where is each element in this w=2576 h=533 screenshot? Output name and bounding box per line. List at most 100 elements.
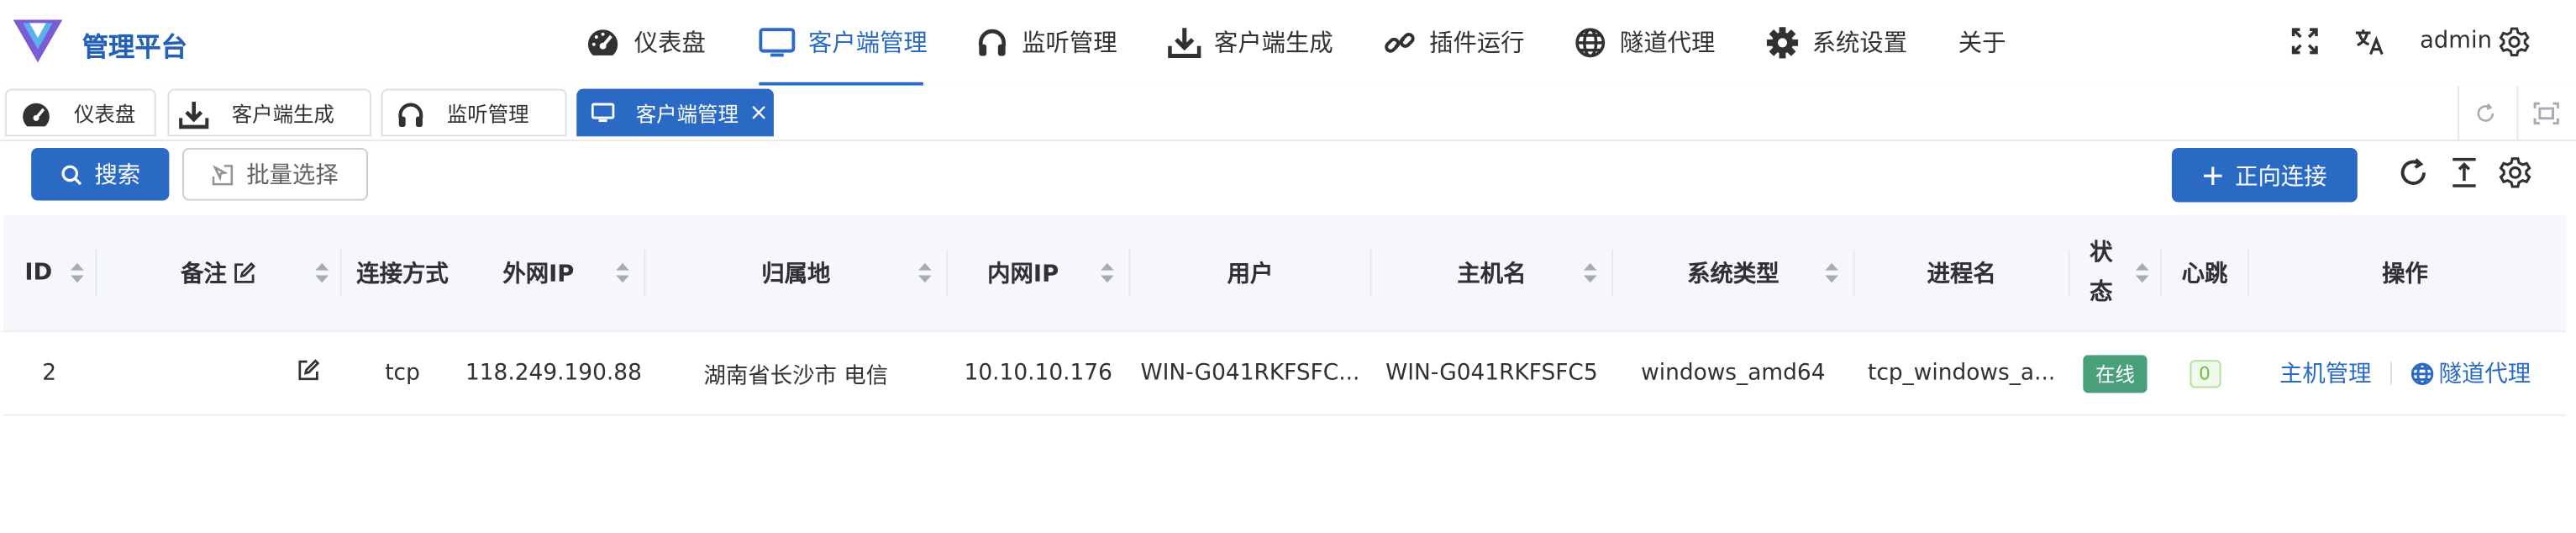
nav-item-client-management[interactable]: 客户端管理 [759,0,928,84]
edit-icon[interactable] [297,358,320,381]
sort-icon[interactable] [917,261,933,284]
tab-listener-management[interactable]: 监听管理 [381,88,567,137]
nav-label: 插件运行 [1429,31,1525,58]
col-header-process[interactable]: 进程名 [1855,215,2069,330]
refresh-icon[interactable] [2397,156,2430,189]
sort-icon[interactable] [1582,261,1599,284]
col-header-label: 备注 [181,261,227,288]
cell-user: WIN-G041RKFSFC... [1140,360,1360,387]
col-header-label: 操作 [2382,261,2428,288]
col-header-label: 连接方式 [356,261,449,288]
tab-label: 客户端生成 [231,102,334,127]
nav-item-dashboard[interactable]: 仪表盘 [585,0,706,84]
sort-icon[interactable] [313,261,330,284]
sort-icon[interactable] [1099,261,1116,284]
nav-label: 客户端管理 [808,31,928,58]
cell-os: windows_amd64 [1641,360,1826,387]
gauge-icon [19,100,52,129]
cell-id: 2 [42,360,57,387]
close-icon[interactable]: × [749,99,769,125]
col-header-lan-ip[interactable]: 内网IP [948,215,1128,330]
search-icon [60,164,81,185]
host-management-link[interactable]: 主机管理 [2279,356,2371,389]
forward-connect-button[interactable]: 正向连接 [2171,147,2358,203]
col-header-label: 状态 [2090,240,2113,306]
search-button[interactable]: 搜索 [31,147,170,201]
cell-remark [97,332,339,414]
col-header-id[interactable]: ID [3,215,95,330]
nav-label: 关于 [1958,31,2006,58]
col-header-location[interactable]: 归属地 [645,215,946,330]
fullscreen-icon[interactable] [2290,26,2320,55]
nav-item-listener-management[interactable]: 监听管理 [975,0,1117,84]
plugin-link-icon [1383,25,1416,58]
gauge-icon [585,25,621,58]
nav-label: 客户端生成 [1213,31,1333,58]
headphones-icon [975,25,1008,58]
nav-item-tunnel-proxy[interactable]: 隧道代理 [1574,0,1715,84]
tunnel-proxy-link[interactable]: 隧道代理 [2409,356,2531,389]
heartbeat-badge: 0 [2189,359,2221,388]
top-header: 管理平台 仪表盘 客户端管理 监听管理 客户端生成 插件运行 隧道代理 系统设置… [0,0,2576,87]
monitor-icon [759,25,796,58]
cell-lan-ip: 10.10.10.176 [964,360,1112,387]
batch-select-button[interactable]: 批量选择 [182,147,368,201]
col-header-actions: 操作 [2249,215,2562,330]
nav-item-about[interactable]: 关于 [1958,0,2006,84]
cell-location: 湖南省长沙市 电信 [703,363,889,390]
sort-icon[interactable] [2134,261,2151,284]
nav-label: 系统设置 [1811,31,1908,58]
user-name[interactable]: admin [2420,28,2492,54]
table-header: ID 备注 连接方式 外网IP 归属地 内网IP 用户 主机名 系统类型 进程名… [3,215,2567,331]
col-header-label: 内网IP [987,261,1059,288]
tabs-divider [2516,85,2519,140]
plus-icon [2202,166,2221,185]
brand-title: 管理平台 [81,31,187,63]
action-divider [2389,361,2391,385]
logo-icon [13,19,63,63]
gear-icon [1766,25,1799,58]
tab-refresh-icon[interactable] [2466,97,2505,129]
col-header-label: 进程名 [1927,261,1996,288]
tab-dashboard[interactable]: 仪表盘 [4,88,156,137]
headphones-icon [396,100,425,129]
col-header-label: 用户 [1227,261,1274,288]
tab-label: 监听管理 [446,102,529,127]
tab-client-management[interactable]: 客户端管理 × [576,88,774,137]
tabs-divider [2458,85,2460,140]
tab-label: 仪表盘 [73,102,136,127]
translate-icon[interactable] [2354,26,2384,55]
col-header-wan-ip[interactable]: 外网IP [463,215,644,330]
col-header-status[interactable]: 状态 [2070,215,2161,330]
col-header-user[interactable]: 用户 [1130,215,1369,330]
sort-icon[interactable] [614,261,631,284]
nav-item-client-generate[interactable]: 客户端生成 [1168,0,1333,84]
monitor-icon [591,102,615,123]
sort-icon[interactable] [1823,261,1840,284]
col-header-os[interactable]: 系统类型 [1613,215,1853,330]
col-header-conn[interactable]: 连接方式 [342,215,464,330]
cell-hostname: WIN-G041RKFSFC5 [1385,360,1598,387]
download-icon [1168,25,1201,58]
col-header-heartbeat[interactable]: 心跳 [2162,215,2247,330]
table-settings-icon[interactable] [2499,156,2531,189]
tab-label: 客户端管理 [635,102,739,127]
col-header-hostname[interactable]: 主机名 [1372,215,1611,330]
sort-icon[interactable] [69,261,86,284]
column-height-icon[interactable] [2447,156,2480,189]
tabs-bar: 仪表盘 客户端生成 监听管理 客户端管理 × [0,85,2576,142]
nav-item-plugin-run[interactable]: 插件运行 [1383,0,1525,84]
col-header-label: 归属地 [761,261,831,288]
settings-icon[interactable] [2499,26,2530,57]
tab-maximize-icon[interactable] [2526,97,2566,129]
cell-conn: tcp [385,360,420,387]
table-row[interactable]: 2 tcp 118.249.190.88 湖南省长沙市 电信 10.10.10.… [3,330,2567,416]
app-frame: 管理平台 仪表盘 客户端管理 监听管理 客户端生成 插件运行 隧道代理 系统设置… [0,0,2576,533]
edit-icon [234,261,256,284]
nav-item-system-settings[interactable]: 系统设置 [1766,0,1907,84]
forward-connect-label: 正向连接 [2235,163,2327,190]
tab-client-generate[interactable]: 客户端生成 [167,88,371,137]
col-header-label: 心跳 [2181,261,2228,288]
col-header-label: 主机名 [1457,261,1527,288]
col-header-remark[interactable]: 备注 [97,215,339,330]
